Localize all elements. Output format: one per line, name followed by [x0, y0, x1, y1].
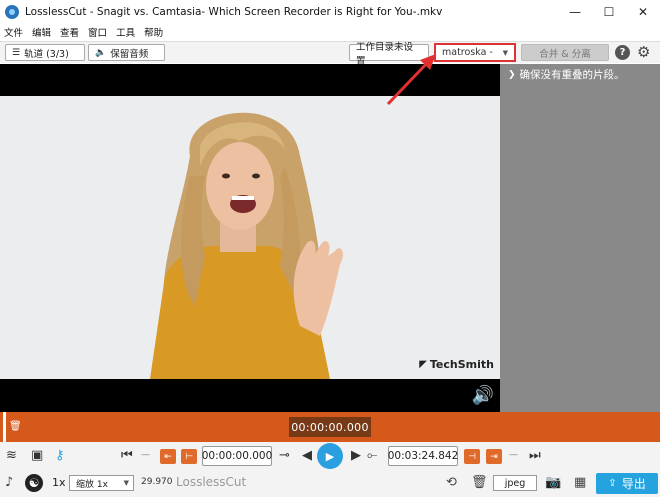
cut-start-time-input[interactable]: 00:00:00.000 — [202, 446, 272, 466]
set-cut-start-icon[interactable]: ⊢ — [181, 449, 197, 464]
list-icon: ☰ — [12, 47, 21, 58]
tracks-label: 轨道 (3/3) — [24, 48, 69, 60]
minimize-button[interactable]: — — [558, 0, 592, 24]
speaker-icon: 🔈 — [95, 47, 107, 58]
jump-cut-start-icon[interactable]: ⇤ — [160, 449, 176, 464]
zoom-value: 缩放 1x — [76, 479, 108, 490]
keep-audio-button[interactable]: 🔈 保留音频 — [88, 44, 165, 61]
current-time-display: 00:00:00.000 — [289, 417, 371, 437]
playback-speed[interactable]: 1x — [52, 476, 66, 489]
key-prev-icon[interactable]: ⊸ — [279, 448, 290, 463]
maximize-button[interactable]: ☐ — [592, 0, 626, 24]
window-title: LosslessCut - Snagit vs. Camtasia- Which… — [25, 6, 443, 18]
output-format-select[interactable]: matroska - ▼ — [434, 43, 516, 62]
segments-message-text: 确保没有重叠的片段。 — [519, 69, 625, 81]
toolbar: ☰ 轨道 (3/3) 🔈 保留音频 工作目录未设置 matroska - ▼ 合… — [0, 41, 660, 67]
bottom-toolbar: ♪ ☯ 1x 缩放 1x ▼ 29.970 LosslessCut ⟲ 🗑 jp… — [0, 470, 660, 497]
thumbnails-icon[interactable]: ▣ — [31, 448, 43, 463]
jump-start-icon[interactable]: ⏮ — [121, 448, 133, 463]
keep-audio-label: 保留音频 — [110, 48, 149, 60]
yinyang-icon[interactable]: ☯ — [25, 474, 43, 492]
watermark-text: TechSmith — [429, 358, 494, 371]
app-name-label: LosslessCut — [176, 475, 247, 489]
zoom-select[interactable]: 缩放 1x ▼ — [69, 475, 134, 491]
timeline[interactable]: 🗑 00:00:00.000 — [0, 412, 660, 442]
audio-icon[interactable]: ♪ — [5, 475, 13, 490]
video-image — [0, 96, 500, 379]
watermark: ◤ TechSmith — [419, 358, 494, 371]
close-button[interactable]: ✕ — [626, 0, 660, 24]
jump-cut-end-icon[interactable]: ⇥ — [486, 449, 502, 464]
video-frame: ◤ TechSmith — [0, 96, 500, 379]
video-player[interactable]: ◤ TechSmith 🔊 — [0, 64, 500, 412]
help-icon[interactable]: ? — [615, 45, 630, 60]
camera-icon[interactable]: 📷 — [545, 475, 561, 490]
step-back-icon[interactable]: ◀ — [302, 448, 312, 463]
playback-controls: ≋ ▣ ⚷ ⏮ — ⇤ ⊢ 00:00:00.000 ⊸ ◀ ▶ ▶ ⟜ 00:… — [0, 442, 660, 470]
app-icon — [5, 5, 19, 19]
menu-view[interactable]: 查看 — [60, 25, 79, 39]
separator: — — [509, 450, 518, 460]
techsmith-logo-icon: ◤ — [419, 359, 427, 370]
workdir-button[interactable]: 工作目录未设置 — [349, 42, 429, 67]
fps-label: 29.970 — [141, 477, 173, 487]
export-icon: ⇪ — [608, 478, 617, 489]
export-label: 导出 — [621, 477, 646, 491]
format-value: matroska - — [442, 47, 493, 58]
rotate-icon[interactable]: ⟲ — [446, 475, 457, 490]
segments-panel: ❯ 确保没有重叠的片段。 — [500, 64, 660, 412]
playhead[interactable] — [3, 412, 6, 442]
menu-bar: 文件 编辑 查看 窗口 工具 帮助 — [0, 24, 660, 40]
waveform-icon[interactable]: ≋ — [6, 448, 17, 463]
workdir-label: 工作目录未设置 — [356, 41, 414, 67]
set-cut-end-icon[interactable]: ⊣ — [464, 449, 480, 464]
capture-format-select[interactable]: jpeg — [493, 475, 537, 491]
separator: — — [141, 450, 150, 460]
key-icon[interactable]: ⚷ — [55, 448, 65, 463]
volume-icon[interactable]: 🔊 — [472, 385, 494, 406]
menu-tools[interactable]: 工具 — [116, 25, 135, 39]
chevron-down-icon: ▼ — [502, 48, 508, 57]
chevron-down-icon: ▼ — [123, 479, 129, 487]
cut-end-time-input[interactable]: 00:03:24.842 — [388, 446, 458, 466]
export-button[interactable]: ⇪ 导出 — [596, 473, 658, 494]
chevron-right-icon[interactable]: ❯ — [508, 70, 516, 80]
gear-icon[interactable]: ⚙ — [637, 43, 650, 61]
jump-end-icon[interactable]: ⏭ — [529, 448, 541, 463]
merge-split-button[interactable]: 合并 & 分离 — [521, 44, 609, 61]
title-bar: LosslessCut - Snagit vs. Camtasia- Which… — [0, 0, 660, 24]
tracks-button[interactable]: ☰ 轨道 (3/3) — [5, 44, 85, 61]
key-next-icon[interactable]: ⟜ — [367, 448, 377, 463]
play-button[interactable]: ▶ — [317, 443, 343, 469]
trash-icon[interactable]: 🗑 — [9, 421, 22, 432]
menu-help[interactable]: 帮助 — [144, 25, 163, 39]
segments-message: ❯ 确保没有重叠的片段。 — [508, 67, 625, 82]
menu-edit[interactable]: 编辑 — [32, 25, 51, 39]
menu-window[interactable]: 窗口 — [88, 25, 107, 39]
step-forward-icon[interactable]: ▶ — [351, 448, 361, 463]
delete-icon[interactable]: 🗑 — [471, 475, 488, 490]
menu-file[interactable]: 文件 — [4, 25, 23, 39]
calendar-icon[interactable]: ▦ — [574, 475, 586, 490]
